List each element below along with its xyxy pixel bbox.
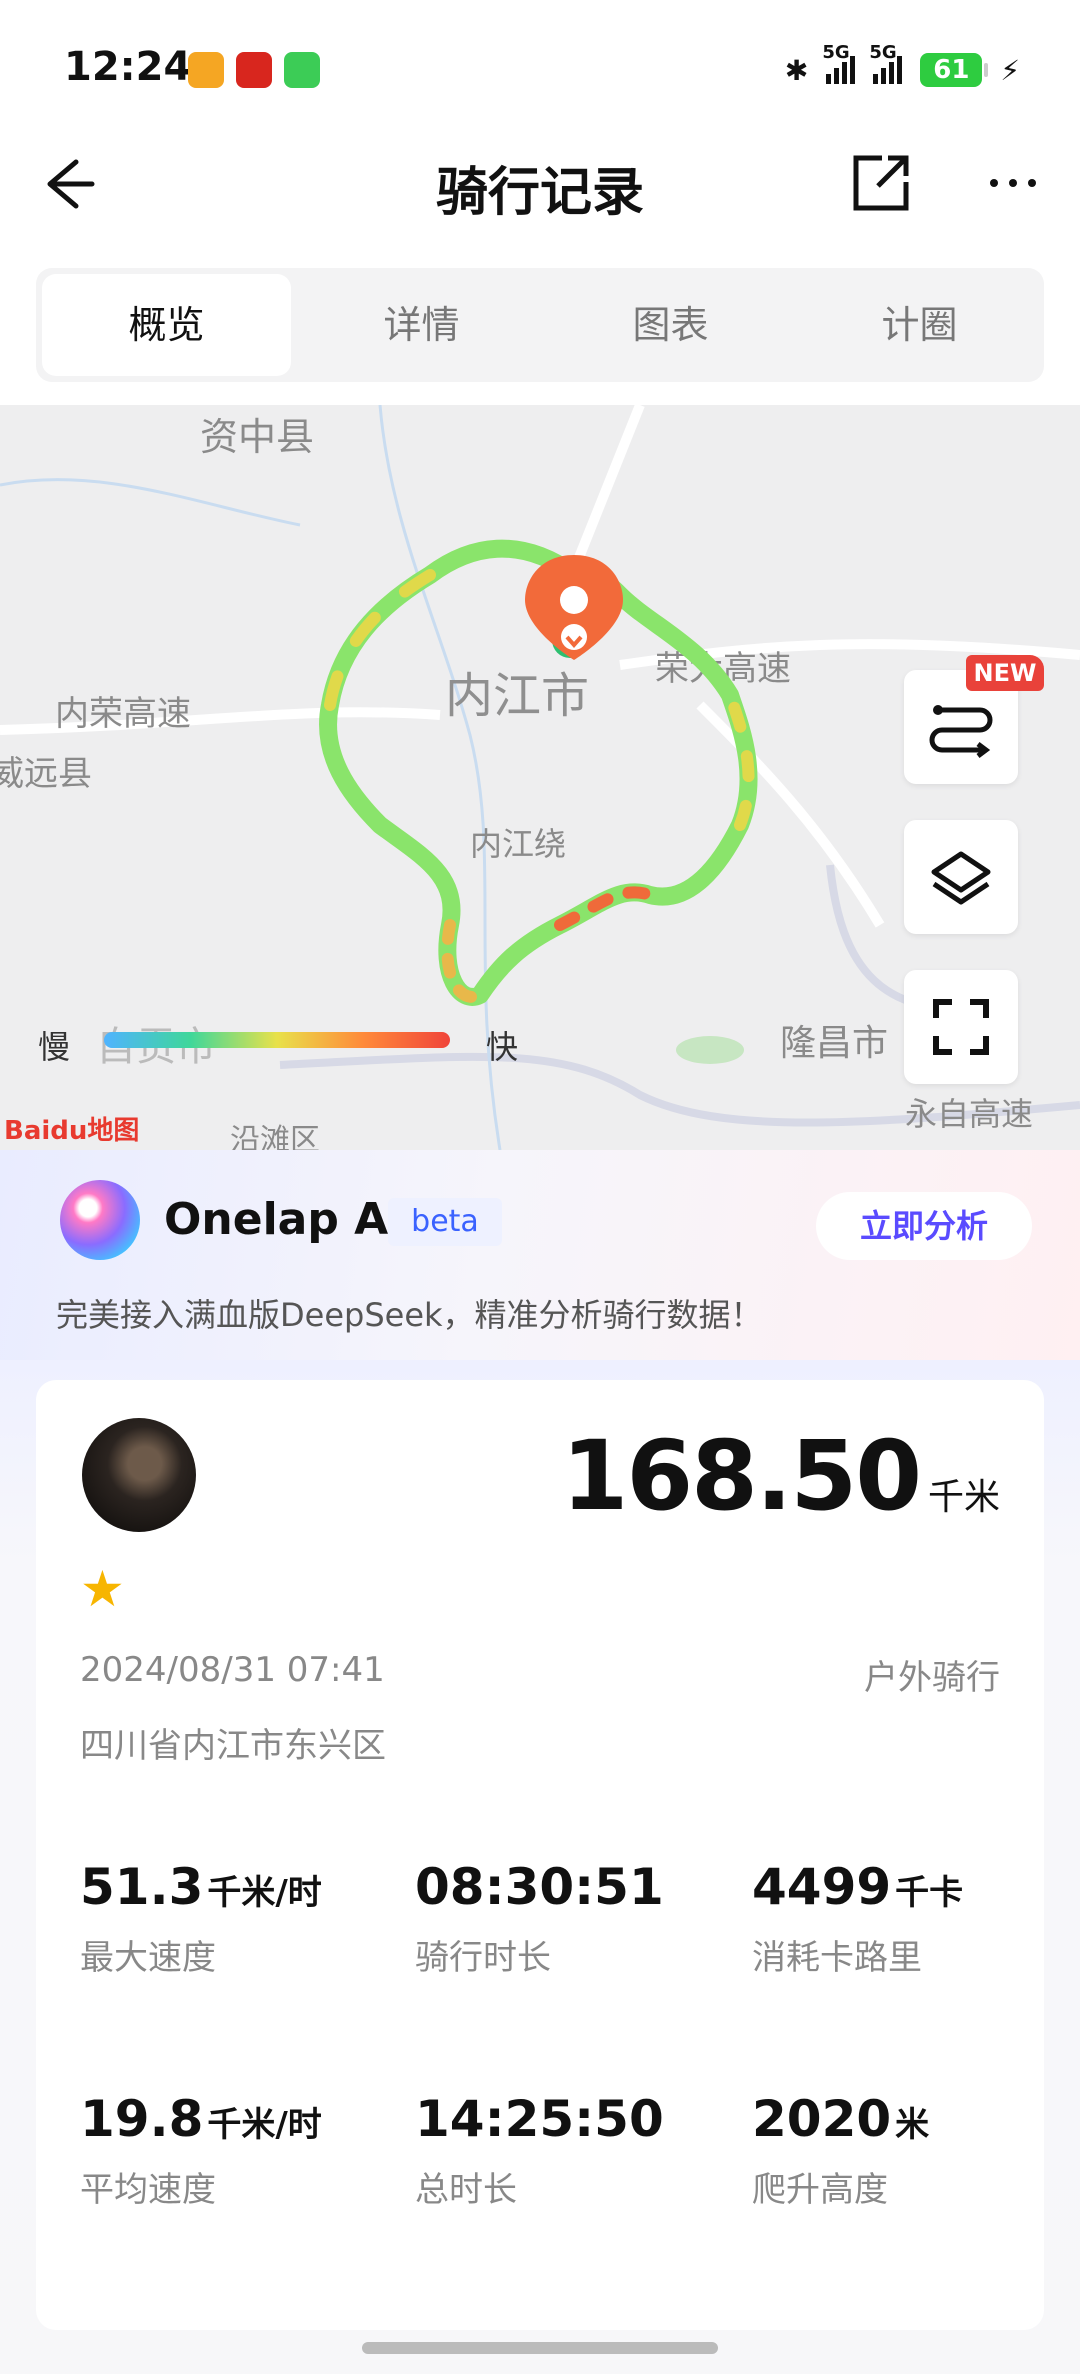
status-bar: 12:24 ✱ 5G 5G 61 ⚡ — [0, 0, 1080, 130]
fullscreen-icon — [933, 999, 989, 1055]
stat-max-speed: 51.3 千米/时 最大速度 — [80, 1858, 322, 1978]
status-time: 12:24 — [64, 44, 192, 90]
onelap-ai-logo-icon — [60, 1180, 140, 1260]
map-label: 沿滩区 — [230, 1123, 320, 1150]
message-notification-icon — [284, 52, 320, 88]
star-icon: ★ — [80, 1560, 125, 1618]
ride-datetime: 2024/08/31 07:41 — [80, 1650, 385, 1690]
tab-details[interactable]: 详情 — [297, 268, 546, 382]
analyze-now-button[interactable]: 立即分析 — [816, 1192, 1032, 1260]
charging-icon: ⚡ — [1000, 53, 1020, 87]
distance-unit: 千米 — [927, 1477, 1000, 1518]
ride-type: 户外骑行 — [864, 1658, 1000, 1698]
signal-icon: 5G — [869, 42, 903, 84]
speed-legend-slow: 慢 — [38, 1028, 71, 1066]
speed-legend-fast: 快 — [486, 1028, 519, 1066]
ai-description: 完美接入满血版DeepSeek，精准分析骑行数据！ — [56, 1296, 763, 1334]
tab-bar: 概览 详情 图表 计圈 — [36, 268, 1044, 382]
ride-location: 四川省内江市东兴区 — [80, 1726, 386, 1766]
map-label: 内荣高速 — [55, 694, 191, 734]
fullscreen-button[interactable] — [904, 970, 1018, 1084]
speed-legend-bar — [104, 1032, 450, 1048]
bluetooth-icon: ✱ — [784, 53, 809, 87]
app-notification-icon — [188, 52, 224, 88]
ai-title: Onelap AI — [164, 1194, 405, 1245]
beta-badge: beta — [388, 1198, 502, 1246]
stat-avg-speed: 19.8 千米/时 平均速度 — [80, 2090, 322, 2210]
tab-overview[interactable]: 概览 — [42, 274, 291, 376]
distance-value: 168.50 — [561, 1420, 922, 1532]
mcdonalds-notification-icon — [236, 52, 272, 88]
map-label: 资中县 — [200, 415, 314, 459]
layers-icon — [931, 851, 991, 905]
tab-charts[interactable]: 图表 — [546, 268, 795, 382]
total-distance: 168.50 千米 — [562, 1420, 1000, 1532]
map-label: 隆昌市 — [780, 1023, 888, 1064]
page-title: 骑行记录 — [435, 163, 644, 223]
start-marker-icon — [525, 555, 623, 660]
stat-total-duration: 14:25:50 总时长 — [415, 2090, 664, 2210]
signal-icon: 5G — [822, 42, 856, 84]
stat-elevation-gain: 2020 米 爬升高度 — [752, 2090, 930, 2210]
new-badge: NEW — [966, 655, 1044, 691]
app-header: 骑行记录 — [0, 130, 1080, 240]
share-edit-icon[interactable] — [848, 150, 914, 216]
map-label: 内江市 — [445, 668, 589, 724]
stat-calories: 4499 千卡 消耗卡路里 — [752, 1858, 964, 1978]
more-icon[interactable] — [980, 150, 1046, 216]
ai-banner: Onelap AI beta 立即分析 完美接入满血版DeepSeek，精准分析… — [0, 1150, 1080, 1380]
map-label: 威远县 — [0, 754, 92, 794]
avatar[interactable] — [82, 1418, 196, 1532]
stat-ride-duration: 08:30:51 骑行时长 — [415, 1858, 664, 1978]
map-label: 内江绕 — [470, 825, 566, 863]
home-indicator[interactable] — [362, 2342, 718, 2354]
map-layers-button[interactable] — [904, 820, 1018, 934]
tab-laps[interactable]: 计圈 — [795, 268, 1044, 382]
map-provider-logo: Baidu地图 — [4, 1116, 140, 1146]
map-label: 永自高速 — [905, 1095, 1033, 1133]
battery-icon: 61 — [920, 53, 989, 87]
